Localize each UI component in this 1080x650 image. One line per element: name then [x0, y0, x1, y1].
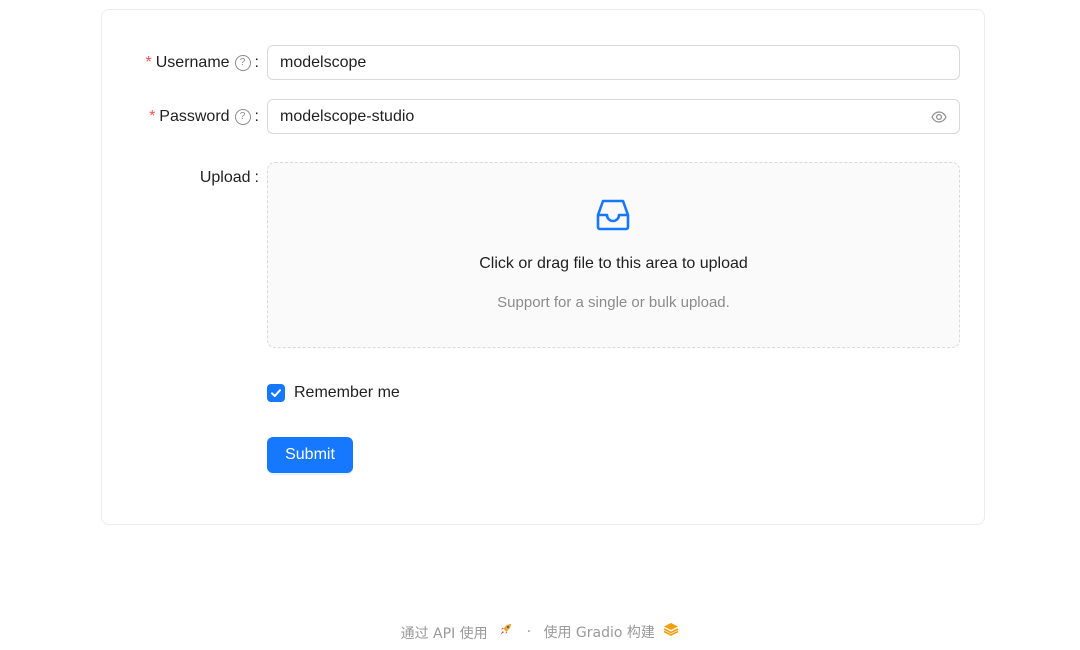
password-input[interactable]: modelscope-studio [267, 99, 960, 134]
remember-me-checkbox[interactable]: Remember me [267, 384, 400, 402]
label-colon: : [254, 53, 259, 71]
gradio-logo-icon [664, 623, 679, 636]
upload-label: Upload [199, 169, 251, 186]
login-form-card: * Username ? : * Password ? : modelscope… [101, 9, 985, 525]
footer-separator: · [526, 624, 532, 640]
checkbox-checked-icon[interactable] [267, 384, 285, 402]
eye-icon[interactable] [931, 109, 947, 125]
rocket-icon [500, 624, 512, 635]
upload-text: Click or drag file to this area to uploa… [479, 255, 748, 272]
use-via-api-link[interactable]: 通过 API 使用 [401, 624, 519, 642]
submit-button[interactable]: Submit [267, 437, 353, 473]
password-value[interactable]: modelscope-studio [280, 108, 414, 125]
label-colon: : [254, 107, 259, 125]
built-with-gradio-link[interactable]: 使用 Gradio 构建 [543, 623, 679, 641]
label-colon: : [254, 169, 259, 186]
question-circle-icon[interactable]: ? [234, 108, 251, 125]
upload-dragger[interactable]: Click or drag file to this area to uploa… [267, 162, 960, 348]
footer: 通过 API 使用 · 使用 Gradio 构建 [0, 621, 1080, 643]
question-circle-icon[interactable]: ? [234, 54, 251, 71]
username-label-group: * Username ? : [145, 45, 259, 80]
required-mark: * [149, 107, 156, 125]
built-with-gradio-text[interactable]: 使用 Gradio 构建 [543, 625, 654, 641]
username-label: Username [155, 53, 230, 71]
required-mark: * [145, 53, 152, 71]
upload-hint: Support for a single or bulk upload. [497, 294, 730, 311]
remember-me-label[interactable]: Remember me [294, 384, 400, 402]
upload-label-group: Upload : [200, 168, 259, 188]
username-input[interactable] [267, 45, 960, 80]
password-label-group: * Password ? : [149, 99, 259, 134]
inbox-icon [596, 199, 630, 231]
use-via-api-text[interactable]: 通过 API 使用 [401, 626, 488, 642]
password-label: Password [159, 107, 230, 125]
